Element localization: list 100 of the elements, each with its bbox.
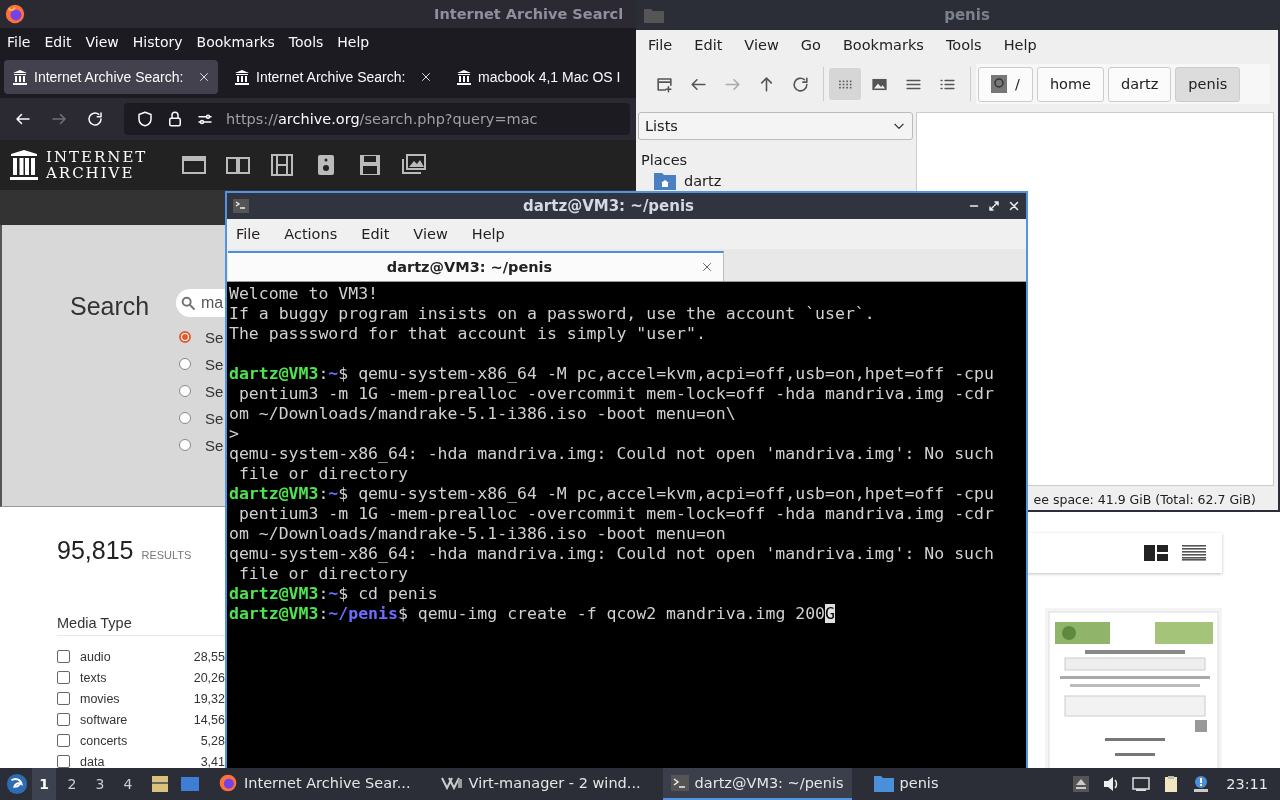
address-field[interactable]: https://archive.org/search.php?query=mac: [124, 103, 630, 135]
workspace-button[interactable]: 4: [116, 768, 140, 800]
menu-item[interactable]: Help: [337, 34, 370, 50]
images-icon[interactable]: [401, 153, 427, 177]
terminal-line: qemu-system-x86_64: -hda mandriva.img: Could not open 'mandriva.img': No such: [229, 444, 994, 464]
floppy-icon[interactable]: [357, 153, 383, 177]
temple-icon: [456, 69, 472, 85]
menu-item[interactable]: Edit: [361, 226, 390, 242]
taskbar-task[interactable]: Internet Archive Sear...: [210, 768, 419, 800]
menu-item[interactable]: Tools: [288, 34, 324, 50]
close-icon[interactable]: [420, 71, 432, 83]
radio-button[interactable]: [179, 331, 191, 343]
terminal-line: >: [229, 424, 239, 444]
desktop-icon[interactable]: [180, 774, 200, 794]
menu-item[interactable]: View: [85, 34, 119, 50]
search-field[interactable]: ma: [176, 289, 225, 317]
window-title: Internet Archive Searcl: [434, 6, 624, 22]
radio-label: Se: [205, 328, 224, 346]
home-folder-icon: [654, 172, 676, 190]
terminal-line: om ~/Downloads/mandrake-5.1-i386.iso -boot menu=on: [229, 524, 726, 544]
workspace-button[interactable]: 3: [88, 768, 112, 800]
terminal-line: Welcome to VM3!: [229, 284, 378, 304]
folder-icon: [873, 774, 894, 792]
results-label: RESULTS: [141, 549, 192, 561]
facet-count: 28,55: [193, 649, 225, 664]
radio-button[interactable]: [179, 412, 191, 424]
maximize-icon[interactable]: [988, 200, 1000, 212]
lock-icon[interactable]: [166, 110, 184, 128]
terminal-tab[interactable]: dartz@VM3: ~/penis: [228, 251, 724, 281]
close-icon[interactable]: [701, 261, 713, 273]
search-icon: [180, 295, 196, 311]
browser-tab[interactable]: Internet Archive Search:: [4, 60, 218, 94]
close-icon[interactable]: [1008, 200, 1020, 212]
network-icon[interactable]: [1132, 775, 1151, 793]
checkbox[interactable]: [57, 734, 70, 747]
menu-item[interactable]: History: [132, 34, 183, 50]
shield-icon[interactable]: [136, 110, 154, 128]
taskbar-task[interactable]: Virt-manager - 2 wind...: [432, 768, 649, 800]
terminal-line: dartz@VM3:~/penis$ qemu-img create -f qcow2 mandriva.img 200G: [229, 604, 835, 624]
facet-count: 3,41: [200, 754, 225, 768]
taskbar-task[interactable]: penis: [865, 768, 947, 800]
menu-item[interactable]: File: [7, 34, 31, 50]
radio-button[interactable]: [179, 439, 191, 451]
file-cabinet-icon[interactable]: [150, 774, 170, 794]
menu-item[interactable]: View: [413, 226, 448, 242]
menu-item[interactable]: File: [236, 226, 261, 242]
terminal-line: dartz@VM3:~$ qemu-system-x86_64 -M pc,accel=kvm,acpi=off,usb=on,hpet=off -cpu: [229, 484, 994, 504]
terminal-line: The passsword for that account is simply "user".: [229, 324, 706, 344]
menu-item[interactable]: Go: [800, 37, 821, 53]
terminal-line: If a buggy program insists on a password, use the account `user`.: [229, 304, 875, 324]
terminal-line: dartz@VM3:~$ qemu-system-x86_64 -M pc,accel=kvm,acpi=off,usb=on,hpet=off -cpu: [229, 364, 994, 384]
logo-text[interactable]: INTERNET ARCHIVE: [46, 149, 151, 181]
workspace-button[interactable]: 2: [60, 768, 84, 800]
taskbar-task[interactable]: dartz@VM3: ~/penis: [662, 768, 852, 800]
facet-label: texts: [80, 670, 108, 685]
menu-item[interactable]: Bookmarks: [196, 34, 275, 50]
checkbox[interactable]: [57, 713, 70, 726]
path-button[interactable]: penis: [1175, 66, 1241, 102]
web-icon[interactable]: [181, 153, 207, 177]
checkbox[interactable]: [57, 650, 70, 663]
path-button[interactable]: /: [978, 66, 1033, 102]
checkbox[interactable]: [57, 755, 70, 768]
alert-icon[interactable]: [1192, 775, 1211, 793]
place-item[interactable]: dartz: [638, 172, 913, 190]
archive-logo-icon[interactable]: [10, 149, 38, 181]
start-menu-icon[interactable]: [6, 773, 28, 795]
menu-item[interactable]: Tools: [945, 37, 982, 53]
eject-icon[interactable]: [1072, 775, 1091, 793]
firefox-icon: [4, 3, 26, 25]
browser-tab[interactable]: Internet Archive Search:: [226, 60, 440, 94]
path-button[interactable]: dartz: [1108, 66, 1172, 102]
film-icon[interactable]: [269, 153, 295, 177]
menu-item[interactable]: Help: [471, 226, 505, 242]
status-text: ee space: 41.9 GiB (Total: 62.7 GiB): [1033, 491, 1256, 507]
terminal-line: pentium3 -m 1G -mem-prealloc -overcommit mem-lock=off -hda mandriva.img -cdr: [237, 504, 994, 524]
facet-label: data: [80, 754, 106, 768]
checkbox[interactable]: [57, 692, 70, 705]
workspace-button[interactable]: 1: [32, 768, 56, 800]
menu-item[interactable]: Edit: [694, 37, 723, 53]
menu-item[interactable]: Bookmarks: [842, 37, 924, 53]
close-icon[interactable]: [198, 71, 210, 83]
facet-label: concerts: [80, 733, 129, 748]
browser-tab[interactable]: macbook 4,1 Mac OS I: [448, 60, 636, 94]
terminal-line: pentium3 -m 1G -mem-prealloc -overcommit mem-lock=off -hda mandriva.img -cdr: [237, 384, 994, 404]
checkbox[interactable]: [57, 671, 70, 684]
menu-item[interactable]: Help: [1003, 37, 1037, 53]
reload-button[interactable]: [86, 110, 104, 128]
path-button[interactable]: home: [1036, 66, 1104, 102]
tile-view-button[interactable]: [1144, 545, 1168, 561]
menu-item[interactable]: Actions: [284, 226, 338, 242]
folder-icon: [644, 7, 664, 23]
radio-button[interactable]: [179, 358, 191, 370]
menu-item[interactable]: File: [648, 37, 673, 53]
menu-item[interactable]: Edit: [44, 34, 72, 50]
side-pane-select[interactable]: Lists: [638, 112, 913, 140]
radio-button[interactable]: [179, 385, 191, 397]
facet-label: software: [80, 712, 129, 727]
list-view-button[interactable]: [1182, 545, 1206, 561]
menu-item[interactable]: View: [744, 37, 779, 53]
terminal-icon: [670, 775, 689, 791]
